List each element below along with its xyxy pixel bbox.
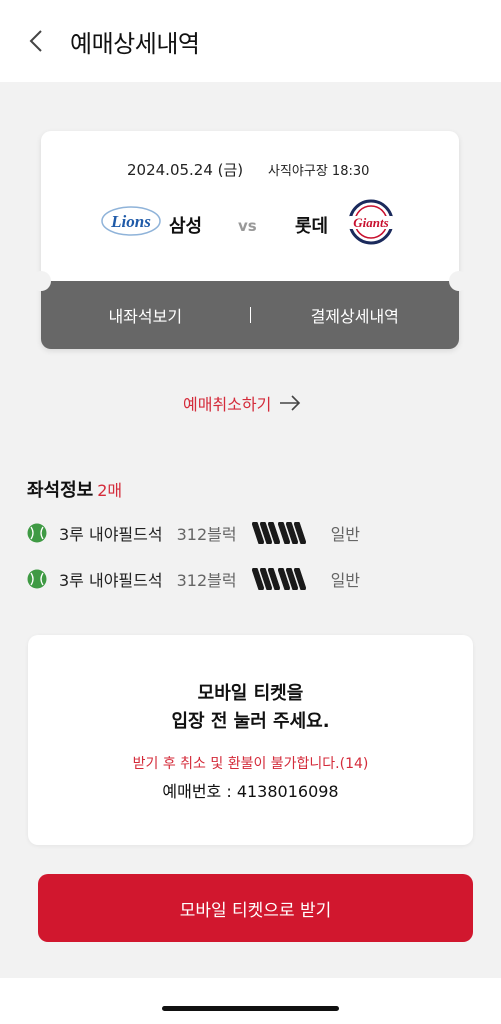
ticket-action-bar: 내좌석보기 결제상세내역	[41, 281, 459, 349]
svg-text:Giants: Giants	[353, 215, 388, 230]
seat-info-title: 좌석정보 2매	[27, 476, 122, 502]
arrow-right-icon	[280, 395, 301, 411]
mobile-ticket-heading: 모바일 티켓을	[197, 683, 304, 704]
payment-detail-button[interactable]: 결제상세내역	[251, 281, 460, 349]
svg-text:Lions: Lions	[110, 212, 151, 231]
redaction-mark	[251, 568, 306, 590]
cancel-booking-label: 예매취소하기	[183, 395, 272, 414]
giants-logo-icon: Giants	[345, 199, 397, 249]
back-button[interactable]	[22, 26, 50, 56]
page-title: 예매상세내역	[70, 30, 200, 58]
stadium-time: 사직야구장 18:30	[268, 164, 370, 179]
seat-type: 일반	[330, 525, 361, 544]
home-team-name: 삼성	[169, 216, 203, 237]
ticket-notch-left	[31, 271, 51, 291]
my-seat-button[interactable]: 내좌석보기	[41, 281, 250, 349]
lions-logo-icon: Lions	[101, 201, 161, 245]
chevron-left-icon	[29, 30, 42, 52]
seat-info-label: 좌석정보	[27, 480, 94, 501]
home-indicator[interactable]	[162, 1006, 339, 1011]
mobile-ticket-card[interactable]: 모바일 티켓을 입장 전 눌러 주세요. 받기 후 취소 및 환불이 불가합니다…	[28, 635, 473, 845]
seat-zone: 3루 내야필드석	[59, 525, 163, 544]
seat-block: 312블럭	[176, 571, 237, 590]
game-date: 2024.05.24 (금)	[127, 161, 244, 179]
ticket-notch-right	[449, 271, 469, 291]
cancel-booking-link[interactable]: 예매취소하기	[183, 390, 301, 416]
seat-zone: 3루 내야필드석	[59, 571, 163, 590]
baseball-icon	[27, 523, 47, 543]
seat-row: 3루 내야필드석 312블럭 일반	[27, 567, 360, 591]
seat-row: 3루 내야필드석 312블럭 일반	[27, 521, 360, 545]
seat-block: 312블럭	[176, 525, 237, 544]
refund-warning: 받기 후 취소 및 환불이 불가합니다.(14)	[132, 756, 369, 772]
away-team-name: 롯데	[295, 216, 329, 237]
seat-count: 2매	[97, 481, 123, 500]
booking-number: 예매번호 : 4138016098	[162, 782, 339, 801]
receive-mobile-ticket-button[interactable]: 모바일 티켓으로 받기	[38, 874, 473, 942]
app-header: 예매상세내역	[0, 0, 501, 82]
ticket-info: 2024.05.24 (금) 사직야구장 18:30 Lions 삼성 vs 롯…	[41, 131, 459, 281]
baseball-icon	[27, 569, 47, 589]
mobile-ticket-subheading: 입장 전 눌러 주세요.	[171, 711, 330, 732]
redaction-mark	[251, 522, 306, 544]
ticket-card: 2024.05.24 (금) 사직야구장 18:30 Lions 삼성 vs 롯…	[31, 131, 469, 349]
bottom-safe-area	[0, 978, 501, 1024]
seat-type: 일반	[330, 571, 361, 590]
vs-label: vs	[238, 217, 257, 235]
